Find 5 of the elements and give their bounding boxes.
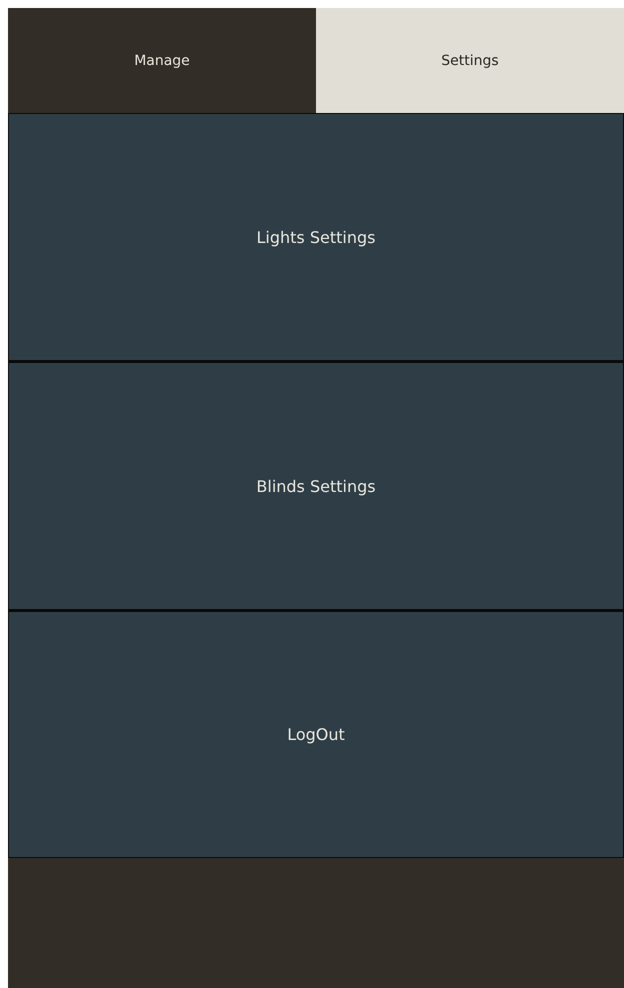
menu-button[interactable]: Lights Settings [8, 113, 624, 362]
tab[interactable]: Manage [8, 8, 316, 113]
menu-button[interactable]: LogOut [8, 611, 624, 858]
menu-button[interactable]: Blinds Settings [8, 362, 624, 611]
tab[interactable]: Settings [316, 8, 624, 113]
